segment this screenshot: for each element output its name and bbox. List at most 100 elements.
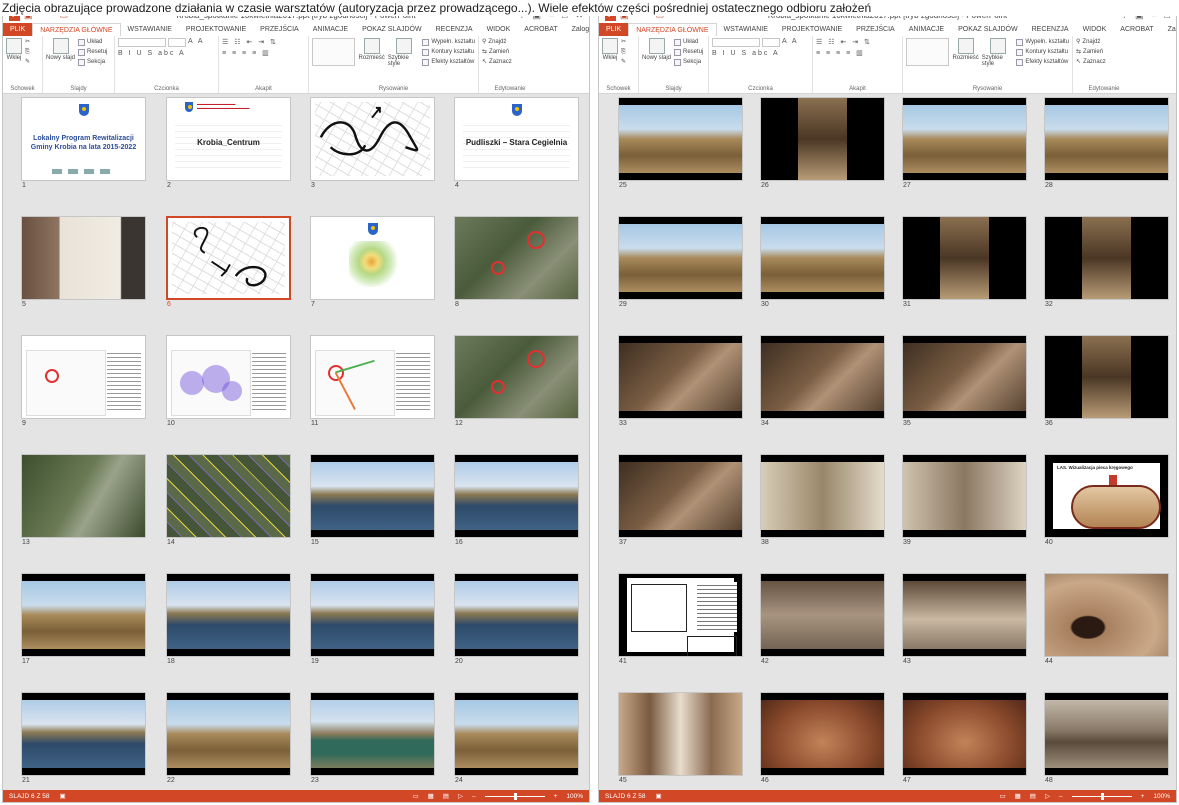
zoom-out-icon[interactable]: – bbox=[472, 793, 476, 800]
slide-thumbnail[interactable]: 9 bbox=[21, 335, 146, 430]
tab-home[interactable]: NARZĘDZIA GŁÓWNE bbox=[628, 23, 717, 36]
slide-thumbnail-selected[interactable]: 6 bbox=[166, 216, 291, 311]
shape-outline-button[interactable]: Kontury kształtu bbox=[422, 48, 475, 57]
normal-view-icon[interactable]: ▭ bbox=[412, 792, 418, 800]
slideshow-icon[interactable]: ▷ bbox=[1045, 792, 1050, 800]
font-size-field[interactable] bbox=[762, 38, 780, 47]
tab-review[interactable]: RECENZJA bbox=[429, 23, 480, 36]
spellcheck-icon[interactable]: ▣ bbox=[59, 792, 65, 800]
font-size-field[interactable] bbox=[168, 38, 186, 47]
select-button[interactable]: ↖ Zaznacz bbox=[482, 58, 512, 67]
slide-thumbnail[interactable]: 36 bbox=[1044, 335, 1169, 430]
slide-thumbnail[interactable]: 46 bbox=[760, 692, 885, 787]
reading-view-icon[interactable]: ▤ bbox=[1030, 792, 1036, 800]
reset-button[interactable]: Resetuj bbox=[78, 48, 107, 57]
font-format-buttons[interactable]: B I U S abc A bbox=[712, 50, 780, 57]
tab-view[interactable]: WIDOK bbox=[1076, 23, 1114, 36]
font-size-buttons[interactable]: A A bbox=[188, 38, 205, 47]
tab-animations[interactable]: ANIMACJE bbox=[306, 23, 355, 36]
slide-thumbnail[interactable]: 16 bbox=[454, 454, 579, 549]
login-link[interactable]: Zaloguj się bbox=[565, 23, 589, 36]
slide-thumbnail[interactable]: ▬▬▬▬▬▬▬▬▬▬▬ ▬▬▬▬▬▬▬▬▬▬▬▬▬▬▬ Krobia_Centru… bbox=[166, 97, 291, 192]
slide-thumbnail[interactable]: 22 bbox=[166, 692, 291, 787]
zoom-level[interactable]: 100% bbox=[566, 793, 583, 800]
slide-thumbnail[interactable]: 27 bbox=[902, 97, 1027, 192]
find-button[interactable]: ⚲ Znajdź bbox=[482, 38, 512, 47]
slide-thumbnail[interactable]: 43 bbox=[902, 573, 1027, 668]
normal-view-icon[interactable]: ▭ bbox=[999, 792, 1005, 800]
zoom-in-icon[interactable]: + bbox=[1141, 793, 1145, 800]
replace-button[interactable]: ⇆ Zamień bbox=[482, 48, 512, 57]
slide-thumbnail[interactable]: 12 bbox=[454, 335, 579, 430]
zoom-in-icon[interactable]: + bbox=[554, 793, 558, 800]
slide-thumbnail[interactable]: 28 bbox=[1044, 97, 1169, 192]
zoom-thumb[interactable] bbox=[513, 792, 517, 800]
slide-thumbnail[interactable]: Lokalny Program Rewitalizacji Gminy Krob… bbox=[21, 97, 146, 192]
copy-icon[interactable]: ⎘ bbox=[25, 48, 30, 57]
slide-thumbnail[interactable]: 32 bbox=[1044, 216, 1169, 311]
slide-thumbnail[interactable]: 34 bbox=[760, 335, 885, 430]
new-slide-button[interactable]: Nowy slajd bbox=[642, 38, 671, 61]
slide-thumbnail[interactable]: 25 bbox=[618, 97, 743, 192]
align-buttons[interactable]: ≡ ≡ ≡ ≡ ▥ bbox=[816, 49, 865, 57]
format-painter-icon[interactable]: ✎ bbox=[25, 58, 30, 67]
slide-thumbnail[interactable]: 31 bbox=[902, 216, 1027, 311]
replace-button[interactable]: ⇆ Zamień bbox=[1076, 48, 1106, 57]
find-button[interactable]: ⚲ Znajdź bbox=[1076, 38, 1106, 47]
slide-thumbnail[interactable]: 14 bbox=[166, 454, 291, 549]
slide-sorter-icon[interactable]: ▦ bbox=[428, 792, 434, 800]
slide-thumbnail[interactable]: 29 bbox=[618, 216, 743, 311]
slide-thumbnail[interactable]: LAS. Wizualizacja pieca kręgowego 40 bbox=[1044, 454, 1169, 549]
tab-file[interactable]: PLIK bbox=[3, 23, 33, 36]
slide-thumbnail[interactable]: Pudliszki – Stara Cegielnia 4 bbox=[454, 97, 579, 192]
paste-button[interactable]: Wklej bbox=[602, 38, 618, 61]
quick-styles-button[interactable]: Szybkie style bbox=[388, 38, 420, 67]
slide-thumbnail[interactable]: 37 bbox=[618, 454, 743, 549]
tab-insert[interactable]: WSTAWIANIE bbox=[121, 23, 179, 36]
reading-view-icon[interactable]: ▤ bbox=[443, 792, 449, 800]
shape-effects-button[interactable]: Efekty kształtów bbox=[1016, 58, 1069, 67]
tab-design[interactable]: PROJEKTOWANIE bbox=[179, 23, 253, 36]
slide-thumbnail[interactable]: 21 bbox=[21, 692, 146, 787]
slide-thumbnail[interactable]: 8 bbox=[454, 216, 579, 311]
shapes-gallery[interactable] bbox=[312, 38, 356, 66]
section-button[interactable]: Sekcja bbox=[78, 58, 107, 67]
slide-thumbnail[interactable]: 10 bbox=[166, 335, 291, 430]
zoom-slider[interactable] bbox=[484, 792, 545, 800]
spellcheck-icon[interactable]: ▣ bbox=[655, 792, 661, 800]
new-slide-button[interactable]: Nowy slajd bbox=[46, 38, 75, 61]
layout-button[interactable]: Układ bbox=[78, 38, 107, 47]
layout-button[interactable]: Układ bbox=[674, 38, 703, 47]
tab-acrobat[interactable]: ACROBAT bbox=[517, 23, 564, 36]
tab-review[interactable]: RECENZJA bbox=[1025, 23, 1076, 36]
slide-thumbnail[interactable]: 42 bbox=[760, 573, 885, 668]
quick-styles-button[interactable]: Szybkie style bbox=[982, 38, 1014, 67]
section-button[interactable]: Sekcja bbox=[674, 58, 703, 67]
slide-thumbnail[interactable]: 44 bbox=[1044, 573, 1169, 668]
slide-thumbnail[interactable]: 24 bbox=[454, 692, 579, 787]
slide-sorter-icon[interactable]: ▦ bbox=[1015, 792, 1021, 800]
arrange-button[interactable]: Rozmieść bbox=[358, 38, 385, 61]
shape-fill-button[interactable]: Wypełn. kształtu bbox=[1016, 38, 1069, 47]
align-buttons[interactable]: ≡ ≡ ≡ ≡ ▥ bbox=[222, 49, 271, 57]
tab-insert[interactable]: WSTAWIANIE bbox=[717, 23, 775, 36]
shapes-gallery[interactable] bbox=[906, 38, 950, 66]
slide-thumbnail[interactable]: 41 bbox=[618, 573, 743, 668]
slide-thumbnail[interactable]: 38 bbox=[760, 454, 885, 549]
tab-slideshow[interactable]: POKAZ SLAJDÓW bbox=[951, 23, 1025, 36]
slide-thumbnail[interactable]: 47 bbox=[902, 692, 1027, 787]
slide-thumbnail[interactable]: 3 bbox=[310, 97, 435, 192]
font-format-buttons[interactable]: B I U S abc A bbox=[118, 50, 186, 57]
login-link[interactable]: Zaloguj bbox=[1161, 23, 1176, 36]
tab-view[interactable]: WIDOK bbox=[480, 23, 518, 36]
slide-thumbnail[interactable]: 11 bbox=[310, 335, 435, 430]
tab-design[interactable]: PROJEKTOWANIE bbox=[775, 23, 849, 36]
zoom-slider[interactable] bbox=[1071, 792, 1132, 800]
list-buttons[interactable]: ☰ ☷ ⇤ ⇥ ⇅ bbox=[816, 38, 872, 46]
slide-thumbnail[interactable]: 35 bbox=[902, 335, 1027, 430]
slide-thumbnail[interactable]: 23 bbox=[310, 692, 435, 787]
slide-thumbnail[interactable]: 5 bbox=[21, 216, 146, 311]
select-button[interactable]: ↖ Zaznacz bbox=[1076, 58, 1106, 67]
paste-button[interactable]: Wklej bbox=[6, 38, 22, 61]
font-size-buttons[interactable]: A A bbox=[782, 38, 799, 47]
